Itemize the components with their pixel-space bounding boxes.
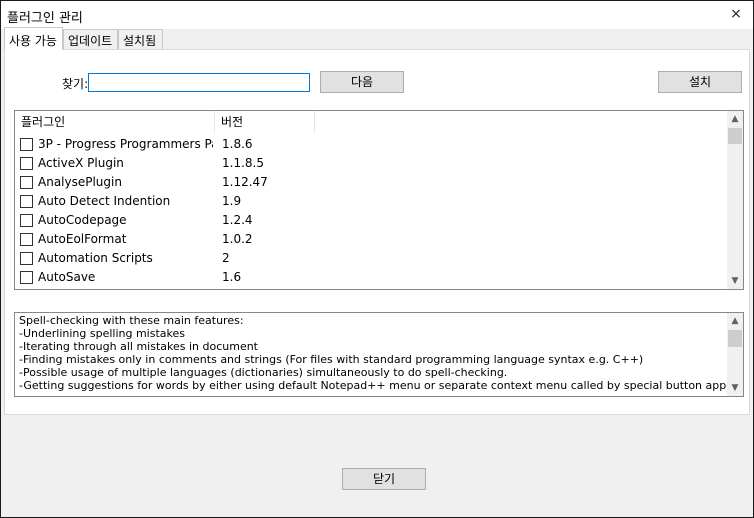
list-item[interactable]: Auto Detect Indention 1.9: [15, 192, 727, 211]
plugins-admin-window: 플러그인 관리 × 사용 가능 업데이트 설치됨 찾기: 다음 설치 플러그인 …: [0, 0, 754, 518]
tab-installed[interactable]: 설치됨: [118, 29, 163, 49]
window-title: 플러그인 관리: [7, 11, 83, 26]
search-label: 찾기:: [62, 77, 89, 91]
list-item[interactable]: AutoEolFormat 1.0.2: [15, 230, 727, 249]
plugin-version: 1.0.2: [222, 232, 253, 246]
plugin-version: 1.12.47: [222, 175, 268, 189]
plugin-name: 3P - Progress Programmers Pal: [38, 137, 213, 151]
plugin-name: Auto Detect Indention: [38, 194, 171, 208]
plugin-name: AutoSave: [38, 270, 96, 284]
plugin-name: ActiveX Plugin: [38, 156, 124, 170]
scroll-down-icon[interactable]: ▼: [727, 273, 743, 289]
description-line: -Underlining spelling mistakes: [19, 327, 185, 340]
plugin-checkbox[interactable]: [20, 271, 33, 284]
plugin-name: Automation Scripts: [38, 251, 153, 265]
plugin-name: AnalysePlugin: [38, 175, 122, 189]
tab-updates[interactable]: 업데이트: [63, 29, 118, 49]
scroll-thumb[interactable]: [728, 330, 742, 347]
column-header-version[interactable]: 버전: [215, 111, 315, 133]
plugin-list[interactable]: 플러그인 버전 3P - Progress Programmers Pal 1.8…: [14, 110, 744, 290]
list-item[interactable]: 3P - Progress Programmers Pal 1.8.6: [15, 135, 727, 154]
install-button[interactable]: 설치: [658, 71, 742, 93]
plugin-checkbox[interactable]: [20, 252, 33, 265]
plugin-description[interactable]: Spell-checking with these main features:…: [14, 312, 744, 397]
description-line: Spell-checking with these main features:: [19, 314, 244, 327]
tab-available[interactable]: 사용 가능: [4, 27, 63, 50]
plugin-version: 1.6: [222, 270, 242, 284]
plugin-name: AutoEolFormat: [38, 232, 127, 246]
description-line: -Iterating through all mistakes in docum…: [19, 340, 258, 353]
next-button[interactable]: 다음: [320, 71, 404, 93]
list-item[interactable]: ActiveX Plugin 1.1.8.5: [15, 154, 727, 173]
list-item[interactable]: Automation Scripts 2: [15, 249, 727, 268]
description-scrollbar[interactable]: ▲ ▼: [727, 313, 743, 396]
scroll-up-icon[interactable]: ▲: [727, 313, 743, 329]
list-header: 플러그인 버전: [15, 111, 728, 133]
description-line: -Finding mistakes only in comments and s…: [19, 353, 644, 366]
plugin-checkbox[interactable]: [20, 138, 33, 151]
plugin-version: 1.8.6: [222, 137, 253, 151]
plugin-version: 2: [222, 251, 230, 265]
plugin-checkbox[interactable]: [20, 233, 33, 246]
scroll-up-icon[interactable]: ▲: [727, 111, 743, 127]
list-item[interactable]: AutoCodepage 1.2.4: [15, 211, 727, 230]
tab-panel: 찾기: 다음 설치 플러그인 버전 3P - Progress Programm…: [4, 49, 750, 415]
search-input[interactable]: [88, 73, 310, 92]
close-icon[interactable]: ×: [719, 1, 753, 29]
plugin-checkbox[interactable]: [20, 214, 33, 227]
plugin-name: AutoCodepage: [38, 213, 127, 227]
plugin-version: 1.1.8.5: [222, 156, 264, 170]
plugin-list-scrollbar[interactable]: ▲ ▼: [727, 111, 743, 289]
column-header-plugin[interactable]: 플러그인: [15, 111, 215, 133]
scroll-down-icon[interactable]: ▼: [727, 380, 743, 396]
list-item[interactable]: AutoSave 1.6: [15, 268, 727, 287]
plugin-version: 1.9: [222, 194, 242, 208]
description-line: -Getting suggestions for words by either…: [19, 379, 744, 392]
plugin-checkbox[interactable]: [20, 176, 33, 189]
description-line: -Possible usage of multiple languages (d…: [19, 366, 508, 379]
plugin-version: 1.2.4: [222, 213, 253, 227]
list-item[interactable]: AnalysePlugin 1.12.47: [15, 173, 727, 192]
close-button[interactable]: 닫기: [342, 468, 426, 490]
plugin-checkbox[interactable]: [20, 195, 33, 208]
title-bar[interactable]: 플러그인 관리 ×: [1, 1, 753, 29]
scroll-thumb[interactable]: [728, 128, 742, 144]
plugin-checkbox[interactable]: [20, 157, 33, 170]
